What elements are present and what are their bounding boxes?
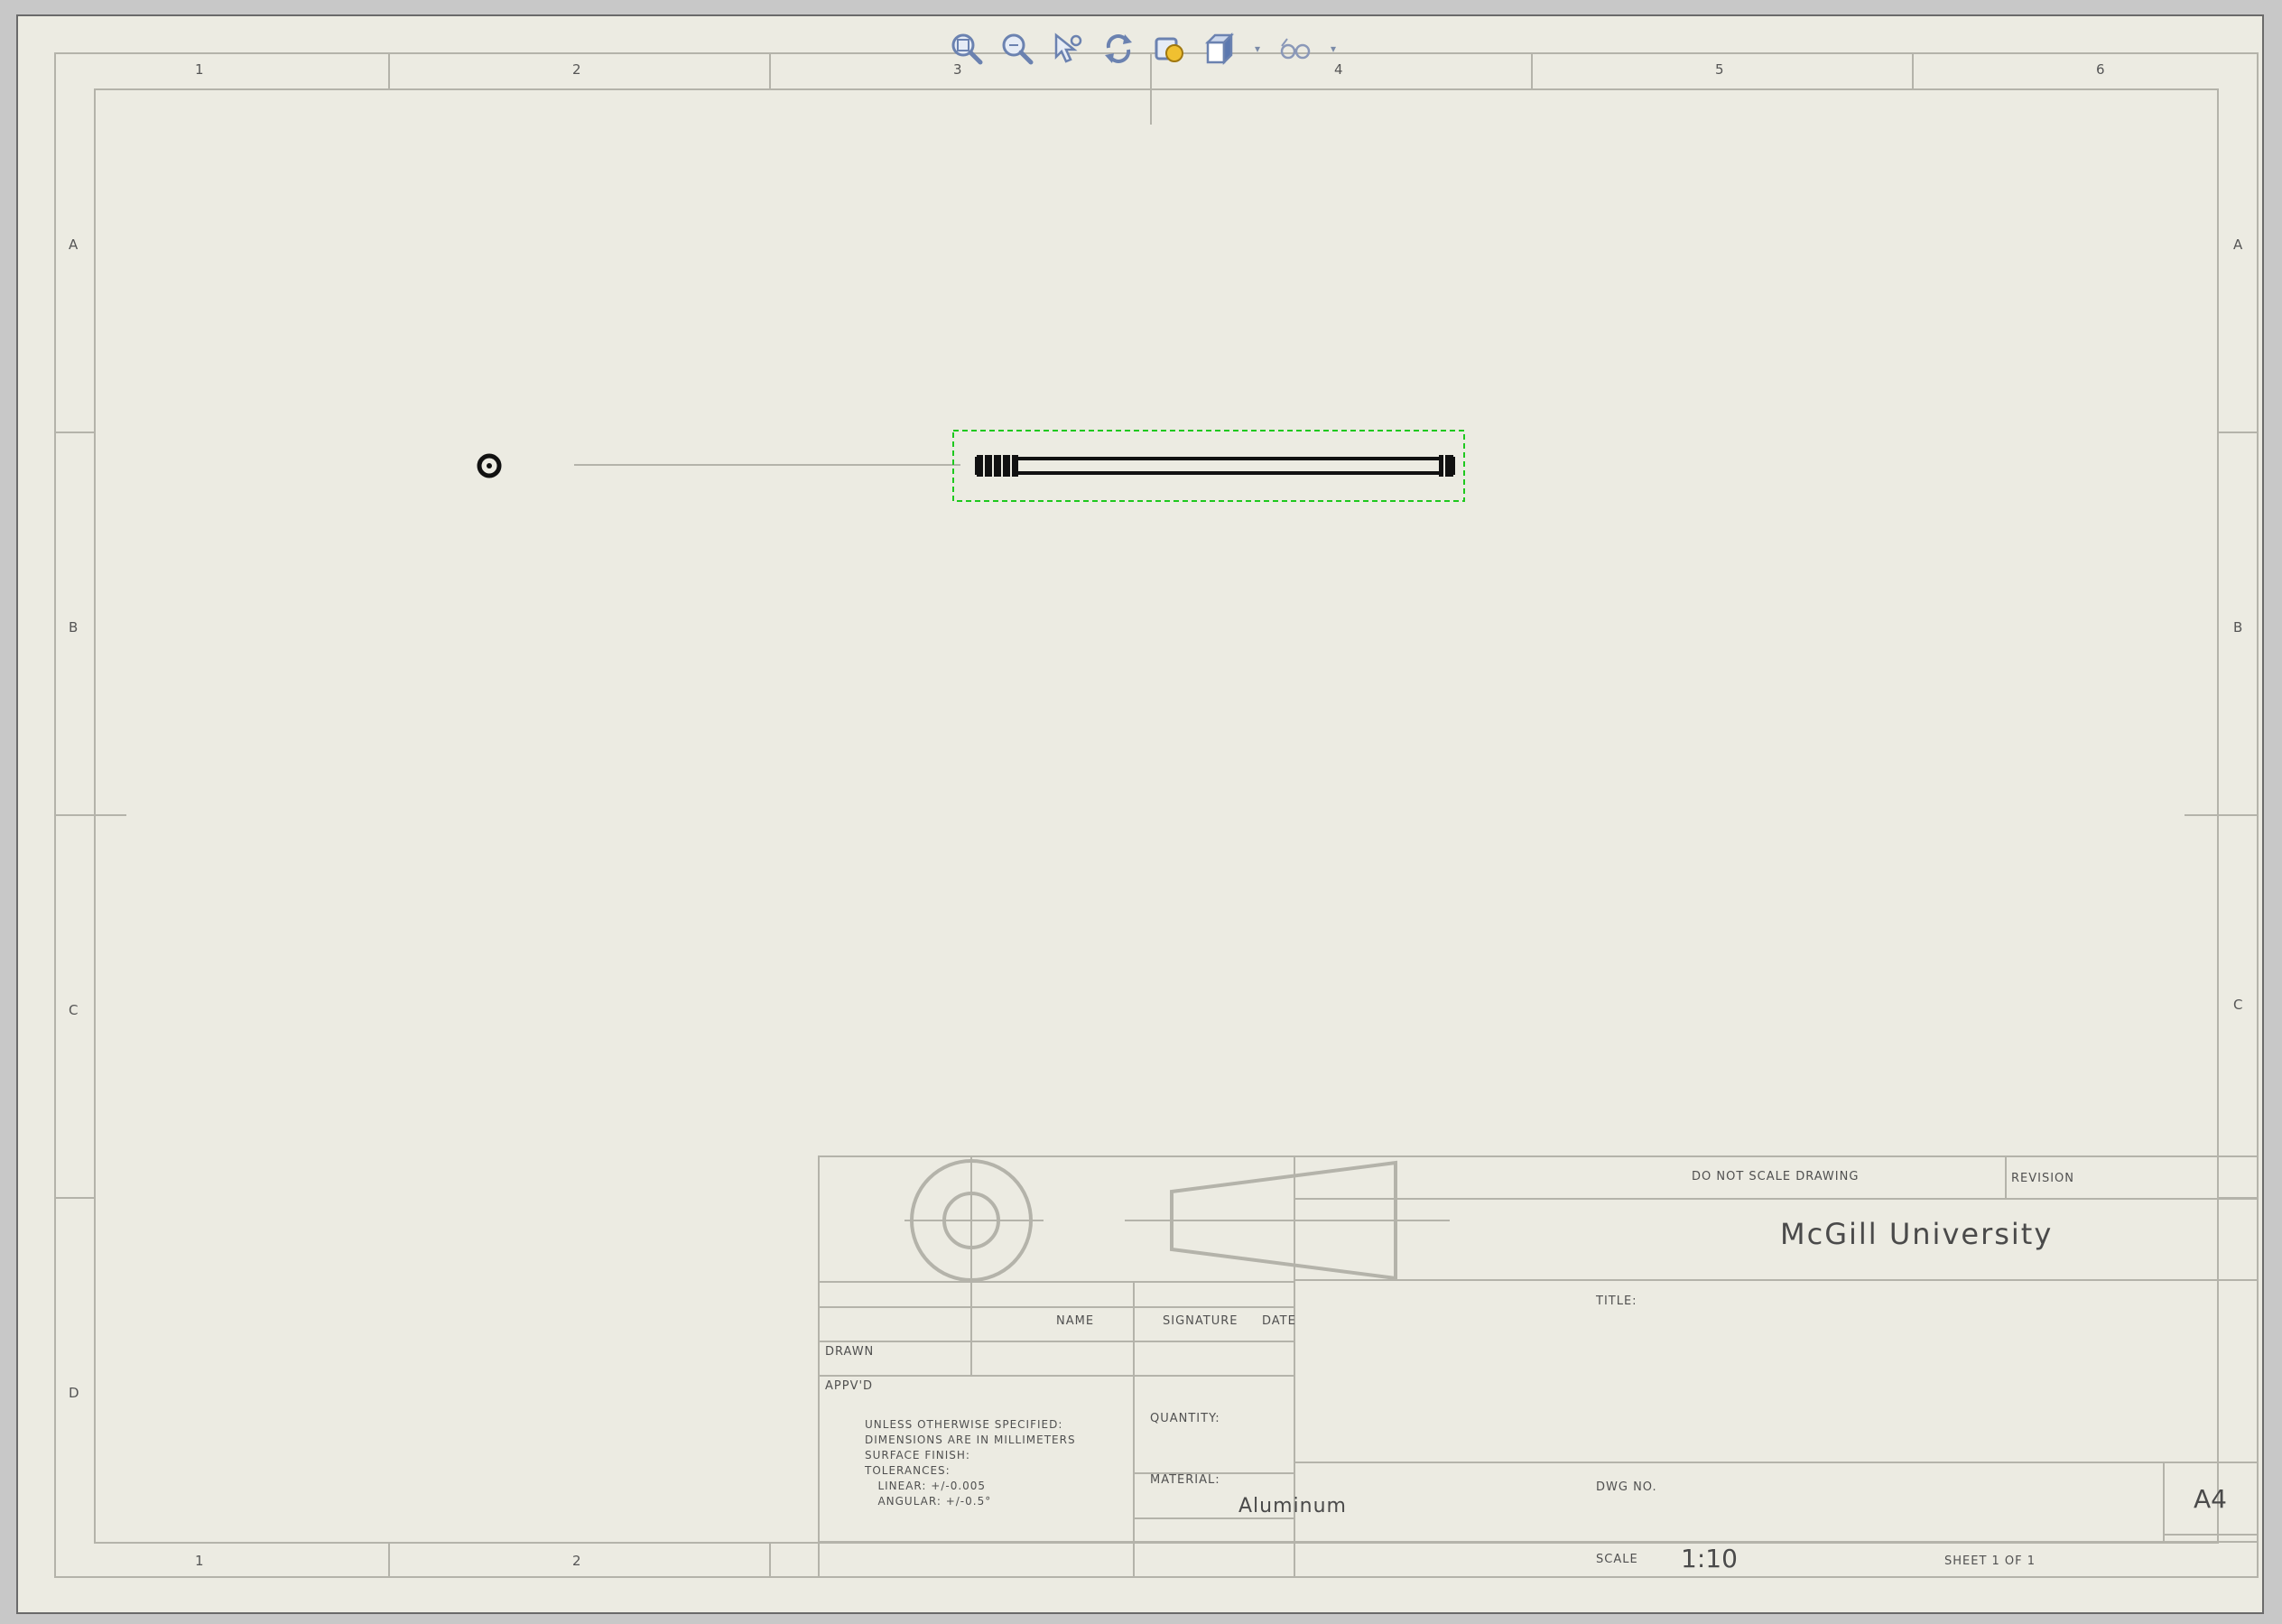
zone-label-row-d: D — [69, 1385, 79, 1401]
drawn-label: DRAWN — [825, 1345, 875, 1359]
zone-divider — [2219, 432, 2259, 433]
zone-label-row-b-right: B — [2233, 619, 2243, 636]
sheet-number-label: SHEET 1 OF 1 — [1944, 1554, 2036, 1568]
zone-divider — [388, 1544, 390, 1578]
zone-divider — [54, 1197, 94, 1199]
name-column-label: NAME — [1056, 1314, 1095, 1328]
select-tool-button[interactable] — [1049, 30, 1087, 68]
zone-divider — [1912, 52, 1914, 88]
rotate-view-button[interactable] — [1099, 30, 1137, 68]
revision-label: REVISION — [2011, 1172, 2075, 1185]
zoom-to-fit-button[interactable] — [948, 30, 986, 68]
zoom-area-button[interactable] — [998, 30, 1036, 68]
note-line: ANGULAR: +/-0.5° — [865, 1495, 992, 1508]
zoom-to-fit-icon — [951, 33, 983, 65]
zone-divider — [769, 1544, 771, 1578]
zoom-area-icon — [1002, 33, 1034, 65]
company-name: McGill University — [1780, 1217, 2054, 1251]
chevron-down-icon[interactable]: ▾ — [1251, 30, 1264, 68]
zone-label-row-a-right: A — [2233, 237, 2243, 253]
sheet-size: A4 — [2194, 1484, 2227, 1514]
zone-divider — [2185, 814, 2259, 816]
material-value: Aluminum — [1238, 1495, 1347, 1517]
side-view-rod[interactable] — [975, 455, 1455, 477]
note-line: LINEAR: +/-0.005 — [865, 1480, 987, 1492]
title-block: DO NOT SCALE DRAWING REVISION McGill Uni… — [818, 1155, 2259, 1578]
end-view[interactable] — [477, 453, 502, 478]
appearance-icon — [1155, 37, 1183, 62]
tolerance-notes: UNLESS OTHERWISE SPECIFIED: DIMENSIONS A… — [865, 1417, 1127, 1509]
appearance-button[interactable] — [1150, 30, 1188, 68]
note-line: UNLESS OTHERWISE SPECIFIED: — [865, 1418, 1063, 1431]
projection-symbol — [904, 1155, 1450, 1282]
note-line: DIMENSIONS ARE IN MILLIMETERS — [865, 1434, 1076, 1446]
zone-label-col-1-bottom: 1 — [195, 1553, 204, 1569]
scale-value: 1:10 — [1681, 1544, 1738, 1573]
date-column-label: DATE — [1262, 1314, 1296, 1328]
zone-label-col-5: 5 — [1715, 61, 1724, 78]
selection-box — [952, 430, 1465, 502]
quantity-label: QUANTITY: — [1150, 1412, 1220, 1425]
display-hidden-button[interactable] — [1276, 30, 1314, 68]
zone-label-col-6: 6 — [2096, 61, 2105, 78]
approved-label: APPV'D — [825, 1379, 874, 1393]
zone-label-row-c-right: C — [2233, 997, 2243, 1013]
scale-label: SCALE — [1596, 1553, 1638, 1566]
drawing-sheet[interactable]: 1 2 3 4 5 6 1 2 A B C D A B C DO NOT SCA… — [16, 14, 2264, 1614]
chevron-down-icon[interactable]: ▾ — [1327, 30, 1340, 68]
display-hidden-icon — [1280, 38, 1311, 60]
dwg-no-label: DWG NO. — [1596, 1480, 1657, 1494]
view-toolbar: ▾ ▾ — [948, 29, 1340, 69]
select-tool-icon — [1054, 32, 1082, 63]
view-orientation-button[interactable] — [1201, 30, 1238, 68]
zone-label-row-c: C — [69, 1002, 79, 1018]
drawing-views[interactable] — [18, 16, 1553, 558]
title-label: TITLE: — [1596, 1295, 1637, 1308]
note-line: SURFACE FINISH: — [865, 1449, 970, 1462]
zone-label-row-b: B — [69, 619, 79, 636]
do-not-scale-label: DO NOT SCALE DRAWING — [1692, 1170, 1860, 1183]
drawing-viewport[interactable]: 1 2 3 4 5 6 1 2 A B C D A B C DO NOT SCA… — [0, 0, 2282, 1624]
zone-divider — [54, 814, 126, 816]
zone-label-col-2-bottom: 2 — [572, 1553, 581, 1569]
signature-column-label: SIGNATURE — [1163, 1314, 1238, 1328]
view-orientation-cube-icon — [1204, 32, 1235, 66]
note-line: TOLERANCES: — [865, 1464, 951, 1477]
material-label: MATERIAL: — [1150, 1473, 1220, 1487]
rotate-icon — [1105, 34, 1132, 63]
